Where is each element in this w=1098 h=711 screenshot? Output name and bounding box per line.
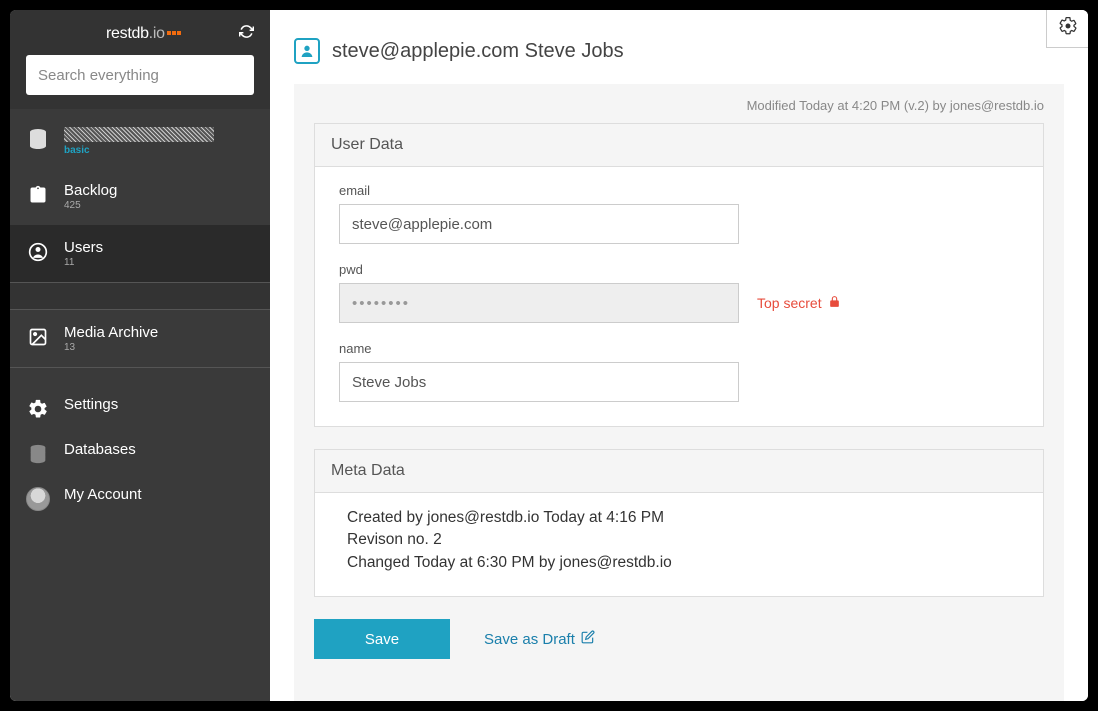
panel-header: Meta Data — [315, 450, 1043, 493]
database-stack-icon — [26, 442, 50, 466]
database-icon — [26, 127, 50, 151]
pwd-field[interactable] — [339, 283, 739, 323]
sidebar-item-label: Settings — [64, 396, 118, 413]
edit-icon — [581, 630, 595, 648]
save-button[interactable]: Save — [314, 619, 450, 659]
sidebar-item-count: 11 — [64, 257, 103, 268]
panel-header: User Data — [315, 124, 1043, 167]
sidebar-item-databases[interactable]: Databases — [10, 431, 270, 476]
gears-icon — [1058, 16, 1078, 41]
user-badge-icon — [294, 38, 320, 64]
sidebar-item-media-archive[interactable]: Media Archive 13 — [10, 310, 270, 367]
sidebar-item-current-db[interactable]: basic — [10, 109, 270, 168]
page-header: steve@applepie.com Steve Jobs — [270, 10, 1088, 84]
sidebar-item-users[interactable]: Users 11 — [10, 225, 270, 282]
field-hint-text: Top secret — [757, 295, 822, 311]
name-field[interactable] — [339, 362, 739, 402]
save-draft-label: Save as Draft — [484, 631, 575, 648]
sidebar-item-backlog[interactable]: Backlog 425 — [10, 168, 270, 225]
email-field[interactable] — [339, 204, 739, 244]
clipboard-icon — [26, 183, 50, 207]
image-icon — [26, 325, 50, 349]
sidebar: restdb.io basic — [10, 10, 270, 701]
user-circle-icon — [26, 240, 50, 264]
field-hint-pwd: Top secret — [757, 295, 841, 311]
logo-dots-icon — [166, 31, 181, 35]
avatar — [26, 487, 50, 511]
sidebar-divider — [10, 282, 270, 310]
database-name-redacted — [64, 127, 214, 142]
lock-icon — [828, 295, 841, 311]
sidebar-item-label: Media Archive — [64, 324, 158, 341]
sidebar-item-label: Backlog — [64, 182, 117, 199]
gear-icon — [26, 397, 50, 421]
sidebar-item-count: 425 — [64, 200, 117, 211]
sidebar-item-label: Databases — [64, 441, 136, 458]
panel-user-data: User Data email pwd Top secret — [314, 123, 1044, 427]
content-area: Modified Today at 4:20 PM (v.2) by jones… — [294, 84, 1064, 701]
search-input-wrapper — [26, 55, 254, 95]
logo-text: restdb — [106, 25, 149, 43]
database-plan: basic — [64, 145, 214, 156]
field-label-name: name — [339, 341, 1019, 356]
sidebar-item-my-account[interactable]: My Account — [10, 476, 270, 521]
action-buttons: Save Save as Draft — [314, 619, 1044, 659]
sidebar-item-label: Users — [64, 239, 103, 256]
meta-changed: Changed Today at 6:30 PM by jones@restdb… — [347, 552, 1011, 574]
search-input[interactable] — [38, 67, 242, 84]
sidebar-item-settings[interactable]: Settings — [10, 386, 270, 431]
refresh-icon[interactable] — [239, 24, 254, 43]
modified-info: Modified Today at 4:20 PM (v.2) by jones… — [314, 98, 1044, 113]
field-label-email: email — [339, 183, 1019, 198]
field-label-pwd: pwd — [339, 262, 1019, 277]
logo[interactable]: restdb.io — [106, 25, 181, 43]
page-title: steve@applepie.com Steve Jobs — [332, 40, 624, 63]
sidebar-item-count: 13 — [64, 342, 158, 353]
logo-suffix: .io — [149, 25, 165, 43]
save-draft-button[interactable]: Save as Draft — [484, 630, 595, 648]
main: steve@applepie.com Steve Jobs Modified T… — [270, 10, 1088, 701]
meta-revision: Revison no. 2 — [347, 529, 1011, 551]
settings-button[interactable] — [1046, 10, 1088, 48]
sidebar-item-label: My Account — [64, 486, 142, 503]
meta-created: Created by jones@restdb.io Today at 4:16… — [347, 507, 1011, 529]
panel-meta-data: Meta Data Created by jones@restdb.io Tod… — [314, 449, 1044, 597]
